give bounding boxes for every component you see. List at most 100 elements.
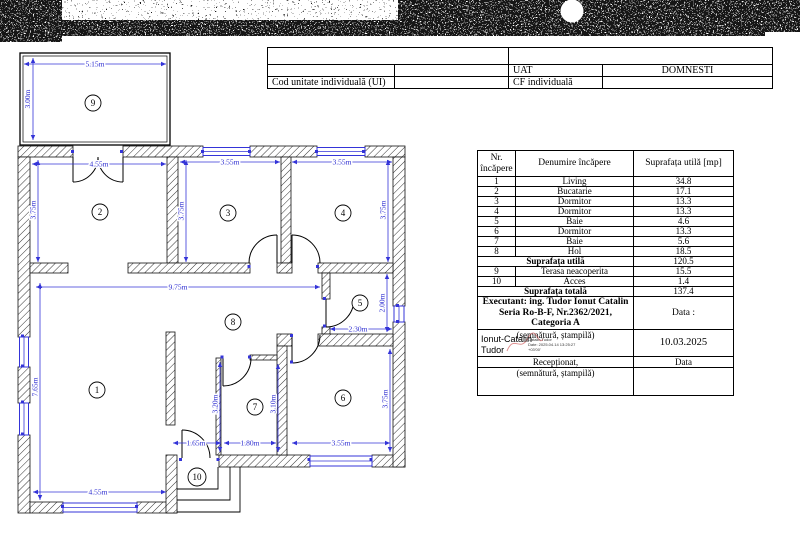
room-number-badge: 9 (85, 95, 101, 111)
window-symbol (203, 148, 250, 156)
total-value: 137.4 (634, 287, 734, 297)
subtotal-label: Suprafața utilă (478, 257, 634, 267)
room-number-badge: 1 (89, 382, 105, 398)
cod-ui-value (395, 77, 509, 89)
executant-info: Executant: ing. Tudor Ionut Catalin Seri… (478, 297, 634, 330)
empty-cell (395, 65, 509, 77)
table-row (268, 48, 773, 65)
table-header-row: Nr.încăpere Denumire încăpere Suprafața … (478, 151, 734, 177)
rooms-table: Nr.încăpere Denumire încăpere Suprafața … (477, 150, 734, 396)
table-row: 5Baie4.6 (478, 217, 734, 227)
col-header-area: Suprafața utilă [mp] (634, 151, 734, 177)
dimension-label: 3.75m (29, 200, 38, 219)
dimension-label: 3.20m (211, 394, 220, 413)
window-symbol (317, 148, 365, 156)
col-header-nr: Nr.încăpere (478, 151, 516, 177)
dimension-label: 3.75m (177, 201, 186, 220)
table-row: 8Hol18.5 (478, 247, 734, 257)
door-arc (292, 235, 320, 263)
col-header-name: Denumire încăpere (516, 151, 634, 177)
stamp-note-2: (semnătură, ștampilă) (478, 367, 634, 395)
table-row: 7Baie5.6 (478, 237, 734, 247)
dimension-label: 3.00m (23, 89, 32, 108)
windows (20, 148, 405, 513)
table-row: UAT DOMNESTI (268, 65, 773, 77)
svg-text:6: 6 (341, 393, 346, 403)
svg-text:5: 5 (358, 298, 363, 308)
window-symbol (310, 456, 372, 466)
svg-text:9: 9 (91, 98, 96, 108)
dimension-label: 4.55m (90, 160, 109, 169)
table-row: 4Dormitor13.3 (478, 207, 734, 217)
window-symbol (63, 503, 137, 512)
data-label-2: Data (634, 356, 734, 367)
dimension-label: 1.65m (187, 439, 206, 448)
room-number-badge: 8 (225, 314, 241, 330)
receptionat-row: Recepționat, Data (478, 356, 734, 367)
svg-text:10: 10 (193, 472, 203, 482)
date-value: 10.03.2025 (634, 329, 734, 356)
subtotal-value: 120.5 (634, 257, 734, 267)
table-row: 9Terasa neacoperita15.5 (478, 267, 734, 277)
cf-label: CF individuală (509, 77, 603, 89)
executant-row: Executant: ing. Tudor Ionut Catalin Seri… (478, 297, 734, 330)
dimension-label: 1.80m (241, 439, 260, 448)
empty-cell (509, 48, 773, 65)
header-table: UAT DOMNESTI Cod unitate individuală (UI… (267, 47, 773, 89)
dimension-label: 5.15m (86, 60, 105, 69)
cod-ui-label: Cod unitate individuală (UI) (268, 77, 395, 89)
dimension-label: 3.75m (379, 200, 388, 219)
dimension-label: 3.55m (332, 439, 351, 448)
door-arc (249, 235, 277, 263)
stamp-row: (semnătură, ștampilă) (478, 367, 734, 395)
room-number-badge: 5 (352, 295, 368, 311)
table-row: 1Living34.8 (478, 177, 734, 187)
signer-name: Ionut-Catalin Tudor (481, 334, 532, 356)
dimension-label: 3.55m (333, 158, 352, 167)
window-symbol (20, 337, 29, 367)
dimension-label: 2.30m (349, 325, 368, 334)
window-symbol (20, 403, 29, 435)
table-row: 3Dormitor13.3 (478, 197, 734, 207)
scanned-floorplan-document: 5.15m 3.00m 4.55m 3.75m 3.55m 3.75m 3.55… (0, 0, 800, 533)
dimension-label: 3.75m (381, 389, 390, 408)
svg-text:3: 3 (226, 208, 231, 218)
hole-punch-mark (561, 0, 584, 23)
digital-signature-details: Catalin Tudor Date: 2025.04.14 13:25:27 … (528, 337, 575, 352)
signature-cell: (semnătură, ștampilă) Ionut-Catalin Tudo… (478, 329, 634, 356)
dimension-label: 7.65m (31, 377, 40, 396)
table-row: 10Acces1.4 (478, 277, 734, 287)
door-arc (326, 299, 354, 327)
receptionat-label: Recepționat, (478, 356, 634, 367)
empty-cell (634, 367, 734, 395)
room-number-badge: 10 (188, 468, 206, 486)
empty-cell (268, 48, 509, 65)
stairs-steps (177, 467, 240, 512)
uat-value: DOMNESTI (603, 65, 773, 77)
room-number-badge: 6 (335, 390, 351, 406)
table-row: 6Dormitor13.3 (478, 227, 734, 237)
empty-cell (268, 65, 395, 77)
cf-value (603, 77, 773, 89)
room-number-badge: 3 (220, 205, 236, 221)
svg-text:1: 1 (95, 385, 100, 395)
room-number-badge: 4 (335, 205, 351, 221)
svg-text:4: 4 (341, 208, 346, 218)
uat-label: UAT (509, 65, 603, 77)
total-label: Suprafața totală (478, 287, 634, 297)
svg-text:7: 7 (253, 402, 258, 412)
door-arc (292, 335, 320, 363)
window-symbol (394, 306, 404, 322)
subtotal-row: Suprafața utilă 120.5 (478, 257, 734, 267)
data-label: Data : (634, 297, 734, 330)
svg-text:8: 8 (231, 317, 236, 327)
dimension-label: 3.55m (221, 158, 240, 167)
dimension-label: 4.55m (89, 488, 108, 497)
door-arc (223, 358, 251, 386)
dimension-label: 3.10m (269, 394, 278, 413)
signature-row: (semnătură, ștampilă) Ionut-Catalin Tudo… (478, 329, 734, 356)
room-number-badge: 2 (92, 204, 108, 220)
room-number-badge: 7 (247, 399, 263, 415)
dimension-label: 9.75m (169, 283, 188, 292)
svg-text:2: 2 (98, 207, 103, 217)
